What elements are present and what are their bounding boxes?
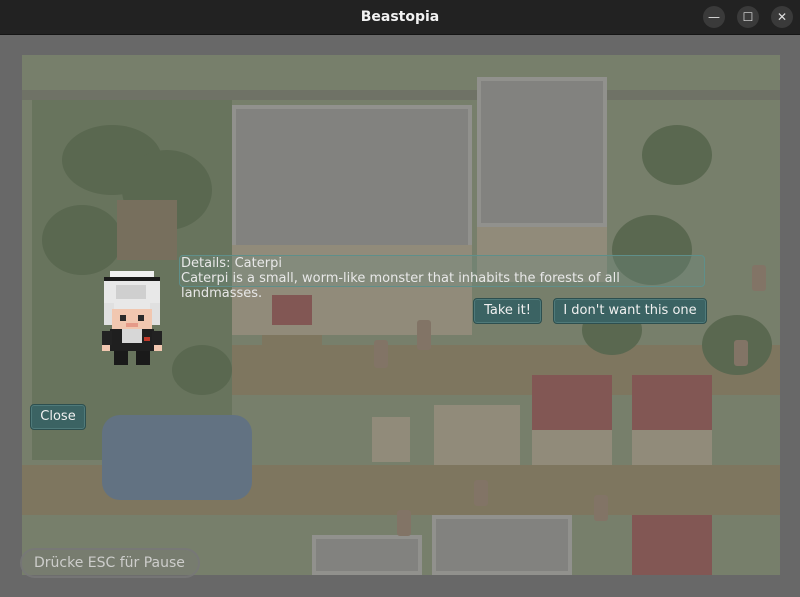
decline-button[interactable]: I don't want this one (553, 298, 707, 324)
monster-details: Details: Caterpi Caterpi is a small, wor… (179, 255, 705, 301)
pause-hint: Drücke ESC für Pause (20, 548, 200, 578)
minimize-button[interactable]: — (703, 6, 725, 28)
trainer-sprite (102, 271, 162, 365)
close-button[interactable]: Close (30, 404, 86, 430)
title-bar: Beastopia — ☐ ✕ (0, 0, 800, 35)
minimize-icon: — (708, 10, 720, 24)
maximize-button[interactable]: ☐ (737, 6, 759, 28)
take-it-button[interactable]: Take it! (473, 298, 542, 324)
close-window-button[interactable]: ✕ (771, 6, 793, 28)
game-view: Details: Caterpi Caterpi is a small, wor… (0, 35, 800, 597)
close-icon: ✕ (776, 10, 788, 24)
details-description: Caterpi is a small, worm-like monster th… (181, 271, 620, 301)
details-title: Details: Caterpi (181, 256, 282, 271)
window-title: Beastopia (360, 9, 440, 25)
maximize-icon: ☐ (742, 10, 754, 24)
